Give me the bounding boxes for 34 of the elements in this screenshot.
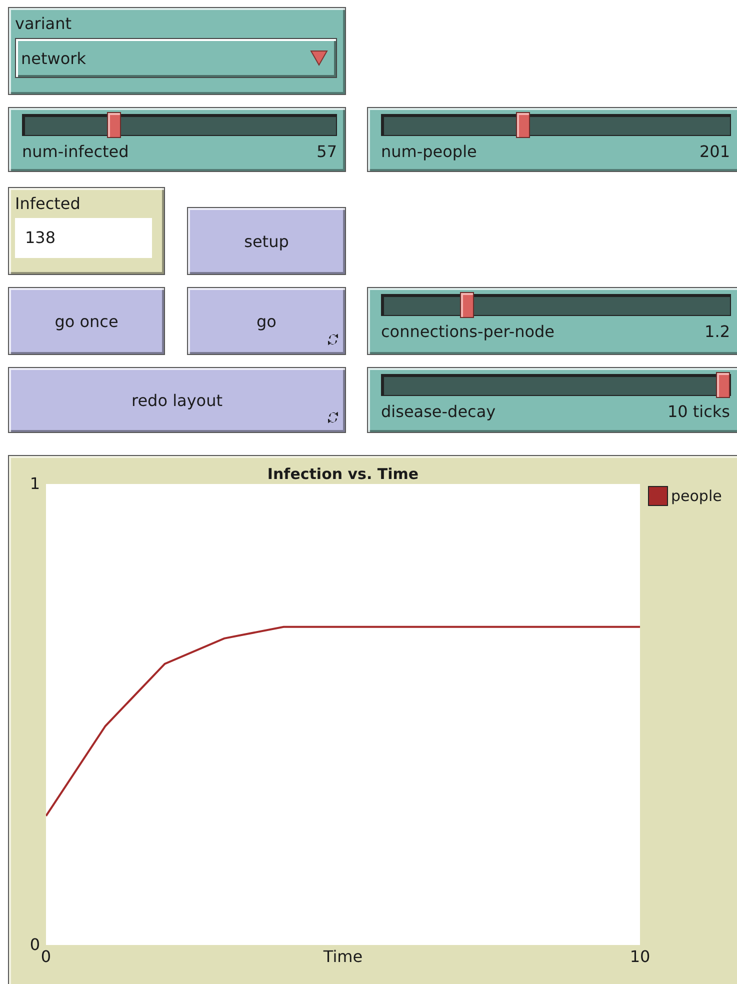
slider-thumb[interactable] [516,112,530,138]
command-button[interactable]: setup [187,207,346,275]
x-axis-title: Time [323,946,363,968]
slider-label: connections-per-node [381,322,555,342]
plot-title: Infection vs. Time [266,464,420,484]
slider-thumb[interactable] [716,372,730,398]
repeat-icon [327,333,339,346]
y-tick-label: 0 [28,935,40,955]
chooser-label: variant [15,14,73,34]
command-button[interactable]: go once [8,287,165,355]
slider-label: disease-decay [381,402,496,422]
slider-thumb[interactable] [106,112,121,138]
slider-track[interactable] [381,114,731,136]
y-tick-label: 1 [28,474,40,494]
x-tick-label: 0 [40,946,52,968]
monitor-value: 138 [15,218,152,258]
slider-value: 1.2 [704,322,730,342]
repeat-icon [327,411,339,424]
slider-label: num-infected [22,142,129,162]
monitor-label: Infected [15,194,82,214]
slider-value: 201 [699,142,730,162]
slider-value: 10 ticks [667,402,730,422]
command-button[interactable]: go [187,287,346,355]
slider-thumb[interactable] [460,292,474,318]
slider-label: num-people [381,142,477,162]
variant-dropdown[interactable]: network [15,38,337,78]
legend-label: people [671,487,722,505]
slider-track[interactable] [381,374,731,396]
command-button[interactable]: redo layout [8,367,346,433]
slider-track[interactable] [381,294,731,316]
slider-value: 57 [316,142,337,162]
x-tick-label: 10 [630,946,650,968]
slider-track[interactable] [22,114,337,136]
dropdown-arrow-icon [310,50,328,66]
